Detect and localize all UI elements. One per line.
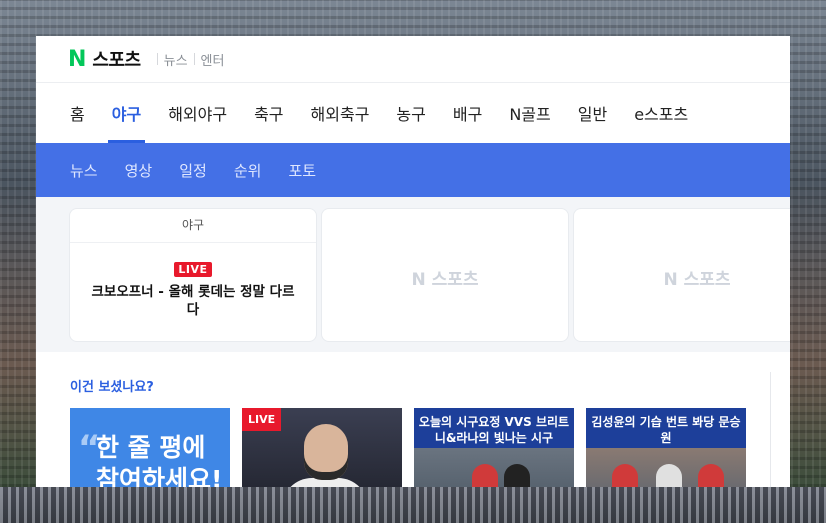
sports-app-window: N 스포츠 뉴스 엔터 홈 야구 해외야구 축구 해외축구 농구 배구 N골프 … bbox=[36, 36, 790, 487]
thumbnail-first-pitch[interactable]: 오늘의 시구요정 VVS 브리트니&라나의 빛나는 시구 bbox=[414, 408, 574, 487]
card-title[interactable]: 크보오프너 - 올해 롯데는 정말 다르다 bbox=[88, 283, 298, 319]
nav-item-esports[interactable]: e스포츠 bbox=[634, 101, 688, 143]
person-image bbox=[304, 424, 348, 480]
placeholder-logo: N 스포츠 bbox=[663, 270, 731, 290]
nav-item-baseball[interactable]: 야구 bbox=[107, 101, 146, 143]
main-nav: 홈 야구 해외야구 축구 해외축구 농구 배구 N골프 일반 e스포츠 bbox=[36, 83, 790, 143]
live-badge: LIVE bbox=[174, 262, 212, 277]
nav-item-soccer[interactable]: 축구 bbox=[254, 101, 283, 143]
nav-item-basketball[interactable]: 농구 bbox=[396, 101, 425, 143]
player-image bbox=[612, 464, 638, 487]
player-image bbox=[656, 464, 682, 487]
section-title: 이건 보셨나요? bbox=[70, 380, 154, 395]
stadium-crowd bbox=[0, 487, 826, 523]
divider bbox=[770, 372, 771, 487]
subnav-item-photo[interactable]: 포토 bbox=[288, 160, 316, 181]
player-image bbox=[504, 464, 530, 487]
subnav-item-schedule[interactable]: 일정 bbox=[179, 160, 207, 181]
nav-item-home[interactable]: 홈 bbox=[70, 101, 85, 143]
top-link-news[interactable]: 뉴스 bbox=[164, 50, 188, 69]
live-cards-row: 야구 LIVE 크보오프너 - 올해 롯데는 정말 다르다 N 스포츠 N 스포… bbox=[36, 197, 790, 352]
card-body: LIVE 크보오프너 - 올해 롯데는 정말 다르다 bbox=[70, 243, 316, 319]
sports-logo-text[interactable]: 스포츠 bbox=[92, 46, 141, 72]
divider bbox=[156, 53, 158, 65]
player-image bbox=[698, 464, 724, 487]
nav-item-volleyball[interactable]: 배구 bbox=[453, 101, 482, 143]
card-category: 야구 bbox=[70, 209, 316, 243]
subnav-item-video[interactable]: 영상 bbox=[125, 160, 153, 181]
nav-item-golf[interactable]: N골프 bbox=[509, 101, 550, 143]
placeholder-card: N 스포츠 bbox=[322, 209, 568, 341]
placeholder-card: N 스포츠 bbox=[574, 209, 790, 341]
nav-item-general[interactable]: 일반 bbox=[578, 101, 607, 143]
player-image bbox=[472, 464, 498, 487]
sub-nav: 뉴스 영상 일정 순위 포토 bbox=[36, 143, 790, 197]
thumbnail-caption: 오늘의 시구요정 VVS 브리트니&라나의 빛나는 시구 bbox=[418, 415, 570, 445]
top-link-entertainment[interactable]: 엔터 bbox=[201, 50, 225, 69]
divider bbox=[193, 53, 195, 65]
live-badge: LIVE bbox=[242, 408, 282, 431]
placeholder-logo: N 스포츠 bbox=[411, 270, 479, 290]
subnav-item-ranking[interactable]: 순위 bbox=[234, 160, 262, 181]
nav-item-overseas-baseball[interactable]: 해외야구 bbox=[168, 101, 227, 143]
live-card[interactable]: 야구 LIVE 크보오프너 - 올해 롯데는 정말 다르다 bbox=[70, 209, 316, 341]
thumbnail-review-banner[interactable]: “ 한 줄 평에 참여하세요! bbox=[70, 408, 230, 487]
subnav-item-news[interactable]: 뉴스 bbox=[70, 160, 98, 181]
recommendation-section: 이건 보셨나요? “ 한 줄 평에 참여하세요! LIVE 오늘의 시구요정 V… bbox=[36, 352, 790, 487]
top-header: N 스포츠 뉴스 엔터 bbox=[36, 36, 790, 83]
thumbnail-live-video[interactable]: LIVE bbox=[242, 408, 402, 487]
nav-item-overseas-soccer[interactable]: 해외축구 bbox=[311, 101, 370, 143]
thumbnail-bunt-highlight[interactable]: 김성윤의 기습 번트 봐당 문승원 bbox=[586, 408, 746, 487]
thumbnail-caption: 김성윤의 기습 번트 봐당 문승원 bbox=[591, 415, 741, 445]
naver-n-logo[interactable]: N bbox=[68, 47, 86, 72]
banner-text: 한 줄 평에 참여하세요! bbox=[96, 433, 223, 487]
thumbnail-list: “ 한 줄 평에 참여하세요! LIVE 오늘의 시구요정 VVS 브리트니&라… bbox=[70, 408, 758, 487]
